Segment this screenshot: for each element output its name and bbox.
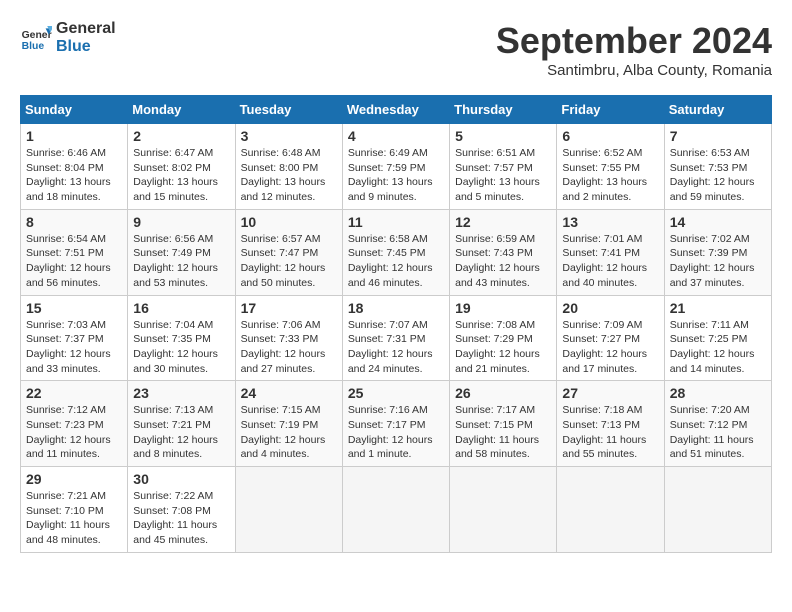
calendar-cell: 6Sunrise: 6:52 AMSunset: 7:55 PMDaylight… [557, 124, 664, 210]
calendar-cell: 16Sunrise: 7:04 AMSunset: 7:35 PMDayligh… [128, 295, 235, 381]
logo-icon: General Blue [20, 22, 52, 54]
calendar-cell: 15Sunrise: 7:03 AMSunset: 7:37 PMDayligh… [21, 295, 128, 381]
calendar-cell [342, 467, 449, 553]
col-header-tuesday: Tuesday [235, 96, 342, 124]
calendar-cell [664, 467, 771, 553]
calendar-cell: 12Sunrise: 6:59 AMSunset: 7:43 PMDayligh… [450, 209, 557, 295]
calendar-cell: 5Sunrise: 6:51 AMSunset: 7:57 PMDaylight… [450, 124, 557, 210]
location: Santimbru, Alba County, Romania [496, 62, 772, 79]
calendar-cell: 26Sunrise: 7:17 AMSunset: 7:15 PMDayligh… [450, 381, 557, 467]
svg-text:Blue: Blue [22, 41, 45, 52]
header-row: SundayMondayTuesdayWednesdayThursdayFrid… [21, 96, 772, 124]
calendar-week-3: 15Sunrise: 7:03 AMSunset: 7:37 PMDayligh… [21, 295, 772, 381]
title-block: September 2024 Santimbru, Alba County, R… [496, 20, 772, 79]
col-header-sunday: Sunday [21, 96, 128, 124]
calendar-cell [557, 467, 664, 553]
calendar-cell: 21Sunrise: 7:11 AMSunset: 7:25 PMDayligh… [664, 295, 771, 381]
calendar-cell: 2Sunrise: 6:47 AMSunset: 8:02 PMDaylight… [128, 124, 235, 210]
calendar-cell: 8Sunrise: 6:54 AMSunset: 7:51 PMDaylight… [21, 209, 128, 295]
calendar-cell: 18Sunrise: 7:07 AMSunset: 7:31 PMDayligh… [342, 295, 449, 381]
calendar-cell: 23Sunrise: 7:13 AMSunset: 7:21 PMDayligh… [128, 381, 235, 467]
calendar-week-4: 22Sunrise: 7:12 AMSunset: 7:23 PMDayligh… [21, 381, 772, 467]
calendar-cell: 3Sunrise: 6:48 AMSunset: 8:00 PMDaylight… [235, 124, 342, 210]
calendar-cell: 29Sunrise: 7:21 AMSunset: 7:10 PMDayligh… [21, 467, 128, 553]
calendar-cell: 22Sunrise: 7:12 AMSunset: 7:23 PMDayligh… [21, 381, 128, 467]
col-header-wednesday: Wednesday [342, 96, 449, 124]
col-header-thursday: Thursday [450, 96, 557, 124]
col-header-monday: Monday [128, 96, 235, 124]
calendar-cell: 7Sunrise: 6:53 AMSunset: 7:53 PMDaylight… [664, 124, 771, 210]
col-header-friday: Friday [557, 96, 664, 124]
calendar-cell: 20Sunrise: 7:09 AMSunset: 7:27 PMDayligh… [557, 295, 664, 381]
calendar-cell [235, 467, 342, 553]
calendar-cell: 30Sunrise: 7:22 AMSunset: 7:08 PMDayligh… [128, 467, 235, 553]
calendar-cell: 25Sunrise: 7:16 AMSunset: 7:17 PMDayligh… [342, 381, 449, 467]
col-header-saturday: Saturday [664, 96, 771, 124]
calendar-cell: 24Sunrise: 7:15 AMSunset: 7:19 PMDayligh… [235, 381, 342, 467]
calendar-cell [450, 467, 557, 553]
calendar-cell: 1Sunrise: 6:46 AMSunset: 8:04 PMDaylight… [21, 124, 128, 210]
calendar-table: SundayMondayTuesdayWednesdayThursdayFrid… [20, 95, 772, 553]
calendar-cell: 13Sunrise: 7:01 AMSunset: 7:41 PMDayligh… [557, 209, 664, 295]
calendar-cell: 19Sunrise: 7:08 AMSunset: 7:29 PMDayligh… [450, 295, 557, 381]
calendar-week-5: 29Sunrise: 7:21 AMSunset: 7:10 PMDayligh… [21, 467, 772, 553]
calendar-cell: 27Sunrise: 7:18 AMSunset: 7:13 PMDayligh… [557, 381, 664, 467]
calendar-cell: 9Sunrise: 6:56 AMSunset: 7:49 PMDaylight… [128, 209, 235, 295]
page-header: General Blue General Blue September 2024… [20, 20, 772, 79]
calendar-week-2: 8Sunrise: 6:54 AMSunset: 7:51 PMDaylight… [21, 209, 772, 295]
calendar-cell: 17Sunrise: 7:06 AMSunset: 7:33 PMDayligh… [235, 295, 342, 381]
calendar-cell: 10Sunrise: 6:57 AMSunset: 7:47 PMDayligh… [235, 209, 342, 295]
calendar-cell: 28Sunrise: 7:20 AMSunset: 7:12 PMDayligh… [664, 381, 771, 467]
logo: General Blue General Blue [20, 20, 116, 55]
logo-general: General [56, 20, 116, 38]
logo-blue: Blue [56, 38, 116, 56]
calendar-cell: 14Sunrise: 7:02 AMSunset: 7:39 PMDayligh… [664, 209, 771, 295]
calendar-week-1: 1Sunrise: 6:46 AMSunset: 8:04 PMDaylight… [21, 124, 772, 210]
calendar-cell: 4Sunrise: 6:49 AMSunset: 7:59 PMDaylight… [342, 124, 449, 210]
calendar-cell: 11Sunrise: 6:58 AMSunset: 7:45 PMDayligh… [342, 209, 449, 295]
month-title: September 2024 [496, 20, 772, 62]
